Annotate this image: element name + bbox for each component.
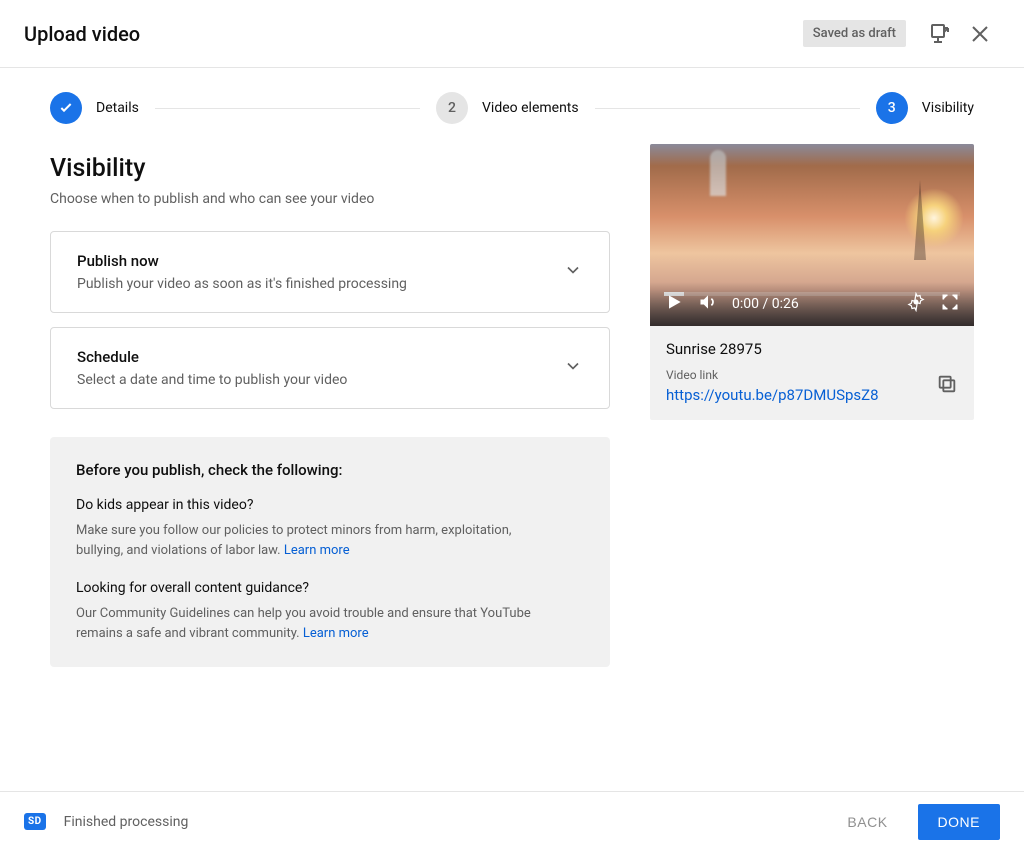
dialog-title: Upload video (24, 22, 803, 46)
video-title: Sunrise 28975 (650, 326, 974, 362)
back-button[interactable]: BACK (835, 806, 899, 838)
chevron-down-icon (563, 260, 583, 284)
feedback-icon[interactable] (920, 14, 960, 54)
infobox-paragraph-guidance: Our Community Guidelines can help you av… (76, 604, 536, 643)
step-connector (155, 108, 420, 109)
volume-icon[interactable] (698, 292, 718, 316)
video-link-label: Video link (666, 368, 936, 382)
dialog-header: Upload video Saved as draft (0, 0, 1024, 68)
video-thumbnail[interactable]: 0:00 / 0:26 (650, 144, 974, 326)
step-visibility-circle: 3 (876, 92, 908, 124)
play-icon[interactable] (664, 292, 684, 316)
processing-status: Finished processing (64, 814, 189, 830)
fullscreen-icon[interactable] (940, 292, 960, 316)
step-visibility-label: Visibility (922, 100, 974, 116)
sd-badge: SD (24, 813, 46, 830)
publish-now-desc: Publish your video as soon as it's finis… (77, 276, 563, 292)
infobox-question-guidance: Looking for overall content guidance? (76, 580, 584, 596)
video-link[interactable]: https://youtu.be/p87DMUSpsZ8 (666, 386, 936, 404)
dialog-footer: SD Finished processing BACK DONE (0, 791, 1024, 851)
schedule-card[interactable]: Schedule Select a date and time to publi… (50, 327, 610, 409)
page-subtitle: Choose when to publish and who can see y… (50, 191, 610, 207)
video-preview-card: 0:00 / 0:26 Sunrise 28975 Video link htt… (650, 144, 974, 420)
copy-link-icon[interactable] (936, 373, 958, 399)
schedule-desc: Select a date and time to publish your v… (77, 372, 563, 388)
video-time-text: 0:00 / 0:26 (732, 296, 799, 312)
learn-more-guidance-link[interactable]: Learn more (303, 626, 369, 641)
step-details[interactable]: Details (50, 92, 139, 124)
step-details-circle (50, 92, 82, 124)
step-video-elements-circle: 2 (436, 92, 468, 124)
chevron-down-icon (563, 356, 583, 380)
page-title: Visibility (50, 154, 610, 183)
step-visibility[interactable]: 3 Visibility (876, 92, 974, 124)
step-video-elements[interactable]: 2 Video elements (436, 92, 579, 124)
infobox-title: Before you publish, check the following: (76, 461, 584, 479)
publish-now-card[interactable]: Publish now Publish your video as soon a… (50, 231, 610, 313)
upload-stepper: Details 2 Video elements 3 Visibility (0, 68, 1024, 144)
step-connector (595, 108, 860, 109)
save-status-badge: Saved as draft (803, 20, 906, 47)
step-details-label: Details (96, 100, 139, 116)
infobox-paragraph-kids: Make sure you follow our policies to pro… (76, 521, 536, 560)
pre-publish-infobox: Before you publish, check the following:… (50, 437, 610, 667)
schedule-title: Schedule (77, 348, 563, 366)
settings-icon[interactable] (906, 292, 926, 316)
close-icon[interactable] (960, 14, 1000, 54)
publish-now-title: Publish now (77, 252, 563, 270)
infobox-question-kids: Do kids appear in this video? (76, 497, 584, 513)
learn-more-kids-link[interactable]: Learn more (284, 543, 350, 558)
done-button[interactable]: DONE (918, 804, 1000, 840)
step-video-elements-label: Video elements (482, 100, 579, 116)
